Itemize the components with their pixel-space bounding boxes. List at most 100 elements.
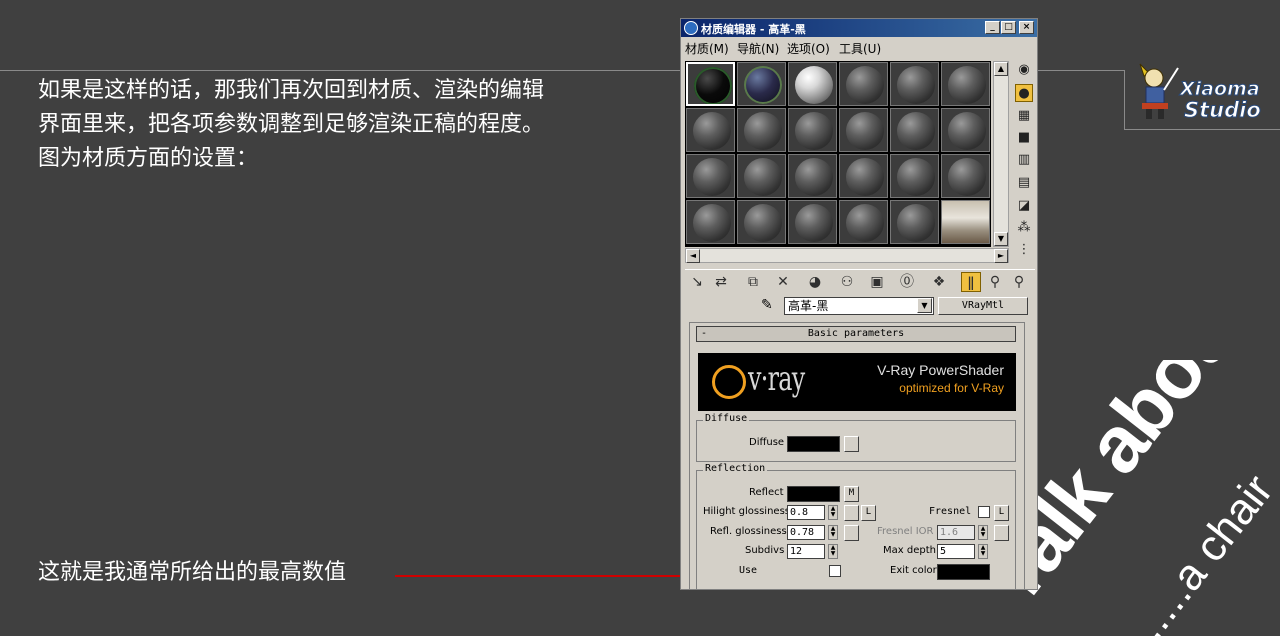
eyedropper-icon[interactable]: ✎ [761, 297, 773, 313]
put-to-library-icon[interactable]: ▣ [867, 272, 887, 292]
reset-map-icon[interactable]: ✕ [773, 272, 793, 292]
show-end-result-icon[interactable]: ǁ [961, 272, 981, 292]
refl-glossiness-spinner[interactable]: ▲ ▼ [828, 525, 838, 540]
sample-slot[interactable] [839, 200, 888, 244]
material-sphere [693, 158, 731, 196]
sample-slot[interactable] [788, 154, 837, 198]
hilight-glossiness-map-button[interactable] [844, 505, 859, 521]
sample-slot[interactable] [686, 62, 735, 106]
close-button[interactable]: × [1019, 21, 1034, 34]
sample-sphere-icon[interactable]: ◉ [1015, 61, 1033, 79]
hilight-glossiness-input[interactable]: 0.8 [787, 505, 825, 520]
sample-slot[interactable] [839, 62, 888, 106]
use-interpolation-checkbox[interactable] [829, 565, 841, 577]
sample-slot[interactable] [788, 108, 837, 152]
sample-slot[interactable] [737, 200, 786, 244]
intro-line: 如果是这样的话，那我们再次回到材质、渲染的编辑 [38, 78, 545, 103]
sample-slot[interactable] [737, 62, 786, 106]
refl-glossiness-input[interactable]: 0.78 [787, 525, 825, 540]
video-color-check-icon[interactable]: ▥ [1015, 151, 1033, 169]
vray-logo-text: v·ray [748, 359, 805, 399]
logo-frame-line [1124, 70, 1125, 130]
fresnel-checkbox[interactable] [978, 506, 990, 518]
go-to-parent-icon[interactable]: ⚲ [985, 272, 1005, 292]
material-sphere [795, 66, 833, 104]
sample-slot[interactable] [890, 154, 939, 198]
material-sphere [897, 204, 935, 242]
exit-color-swatch[interactable] [937, 564, 990, 580]
diffuse-map-button[interactable] [844, 436, 859, 452]
get-material-icon[interactable]: ↘ [687, 272, 707, 292]
sample-slot[interactable] [941, 200, 990, 244]
sample-slot[interactable] [890, 200, 939, 244]
material-effects-channel-icon[interactable]: ⓪ [897, 272, 917, 292]
material-type-button[interactable]: VRayMtl [938, 297, 1028, 315]
sample-slot[interactable] [941, 62, 990, 106]
sample-slot[interactable] [890, 62, 939, 106]
checker-background-icon[interactable]: ▦ [1015, 107, 1033, 125]
hilight-glossiness-spinner[interactable]: ▲ ▼ [828, 505, 838, 520]
sample-slot[interactable] [737, 154, 786, 198]
select-by-material-icon[interactable]: ⁂ [1015, 219, 1033, 237]
sample-slot[interactable] [890, 108, 939, 152]
note-text: 这就是我通常所给出的最高数值 [38, 560, 347, 585]
subdivs-spinner[interactable]: ▲ ▼ [828, 544, 838, 559]
scroll-down-button[interactable]: ▼ [994, 232, 1008, 246]
material-name-value: 高革-黑 [788, 299, 829, 313]
sample-slot[interactable] [737, 108, 786, 152]
material-sphere [693, 204, 731, 242]
max-depth-spinner[interactable]: ▲ ▼ [978, 544, 988, 559]
slots-horizontal-scrollbar[interactable]: ◄ ► [685, 248, 1009, 263]
put-to-scene-icon[interactable]: ⇄ [711, 272, 731, 292]
material-map-navigator-icon[interactable]: ⋮ [1015, 241, 1033, 259]
sample-slot[interactable] [839, 108, 888, 152]
max-depth-input[interactable]: 5 [937, 544, 975, 559]
make-preview-icon[interactable]: ▤ [1015, 174, 1033, 192]
sample-slot[interactable] [941, 108, 990, 152]
slots-vertical-scrollbar[interactable]: ▲ ▼ [993, 61, 1009, 247]
scroll-left-button[interactable]: ◄ [686, 249, 700, 263]
menu-material[interactable]: 材质(M) [685, 40, 729, 57]
minimize-button[interactable]: _ [985, 21, 1000, 34]
fresnel-lock-button[interactable]: L [994, 505, 1009, 521]
make-unique-icon[interactable]: ⚇ [837, 272, 857, 292]
material-name-field[interactable]: 高革-黑 [784, 297, 934, 315]
sample-slot[interactable] [686, 154, 735, 198]
scroll-right-button[interactable]: ► [994, 249, 1008, 263]
sample-slot[interactable] [941, 154, 990, 198]
use-label: Use [739, 565, 758, 576]
material-name-dropdown-button[interactable]: ▼ [917, 298, 932, 313]
sample-uv-icon[interactable]: ■ [1015, 129, 1033, 147]
reflect-map-button[interactable]: M [844, 486, 859, 502]
options-icon[interactable]: ◪ [1015, 197, 1033, 215]
refl-glossiness-map-button[interactable] [844, 525, 859, 541]
backlight-icon[interactable]: ● [1015, 84, 1033, 102]
sample-slot[interactable] [839, 154, 888, 198]
menu-utilities[interactable]: 工具(U) [839, 40, 881, 57]
sample-slot[interactable] [788, 62, 837, 106]
show-map-in-viewport-icon[interactable]: ❖ [929, 272, 949, 292]
fresnel-ior-map-button[interactable] [994, 525, 1009, 541]
assign-to-selection-icon[interactable]: ⧉ [743, 272, 763, 292]
window-title: 材质编辑器 - 高革-黑 [701, 23, 806, 36]
make-copy-icon[interactable]: ◕ [805, 272, 825, 292]
go-forward-to-sibling-icon[interactable]: ⚲ [1009, 272, 1029, 292]
scroll-up-button[interactable]: ▲ [994, 62, 1008, 76]
sample-slot[interactable] [686, 108, 735, 152]
fresnel-ior-spinner[interactable]: ▲ ▼ [978, 525, 988, 540]
sample-slot[interactable] [686, 200, 735, 244]
menu-options[interactable]: 选项(O) [787, 40, 830, 57]
subdivs-input[interactable]: 12 [787, 544, 825, 559]
hilight-lock-button[interactable]: L [861, 505, 876, 521]
diffuse-color-swatch[interactable] [787, 436, 840, 452]
basic-parameters-rollout-header[interactable]: - Basic parameters [696, 326, 1016, 342]
menu-navigation[interactable]: 导航(N) [737, 40, 779, 57]
material-sphere [948, 158, 986, 196]
sample-slot[interactable] [788, 200, 837, 244]
room-preview-icon [942, 201, 989, 243]
fresnel-ior-input[interactable]: 1.6 [937, 525, 975, 540]
maximize-button[interactable]: □ [1001, 21, 1016, 34]
reflect-color-swatch[interactable] [787, 486, 840, 502]
title-bar[interactable]: 材质编辑器 - 高革-黑 _ □ × [681, 19, 1037, 37]
exit-color-label: Exit color [890, 565, 937, 576]
